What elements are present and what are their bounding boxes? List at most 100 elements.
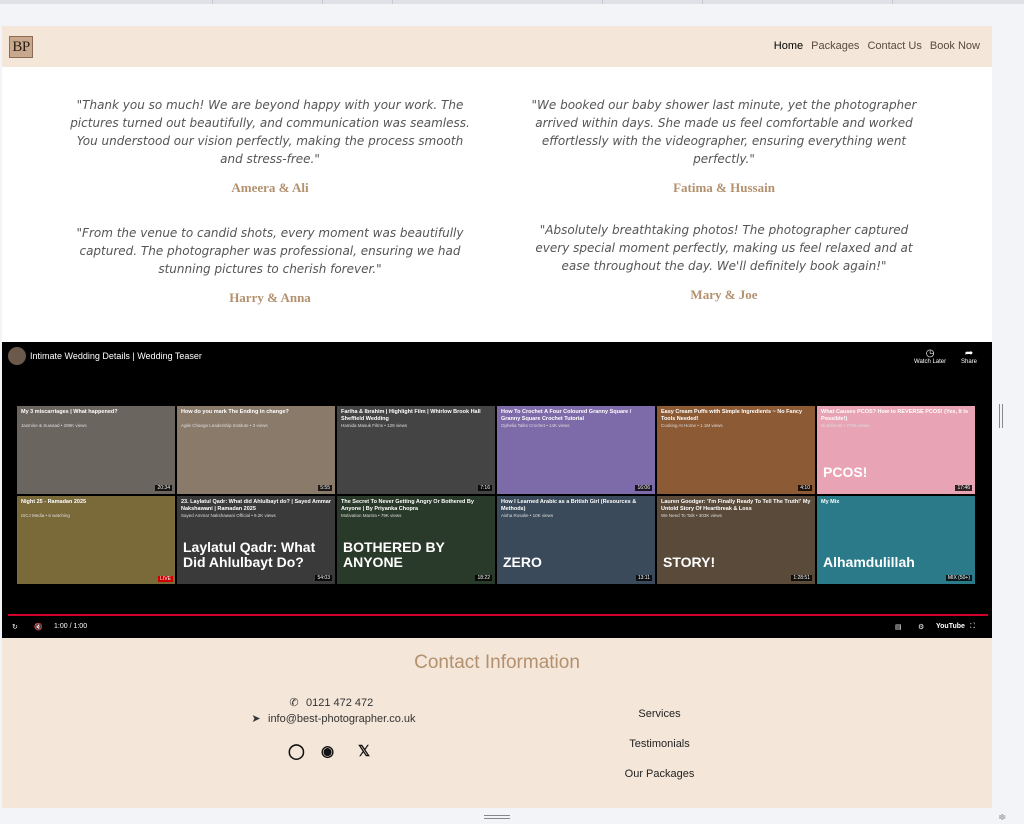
footer-link-packages[interactable]: Our Packages (562, 768, 757, 780)
watch-later-button[interactable]: ◷ Watch Later (914, 348, 946, 365)
video-tile-duration: 20:34 (155, 485, 172, 491)
footer-link-testimonials[interactable]: Testimonials (562, 738, 757, 750)
footer-link-services[interactable]: Services (562, 708, 757, 720)
video-tile-meta: We Need To Talk • 303K views (661, 513, 722, 518)
video-tile-duration: MIX (50+) (945, 575, 972, 581)
facebook-icon[interactable]: ◉ (321, 742, 334, 760)
suggested-video-tile[interactable]: 23. Laylatul Qadr: What did Ahlulbayt do… (177, 496, 335, 584)
testimonial-card: "From the venue to candid shots, every m… (70, 224, 470, 306)
player-controls: ↻ 🔇 1:00 / 1:00 ▤ ⚙ YouTube ⛶ (2, 622, 992, 636)
x-icon[interactable]: 𝕏 (358, 742, 370, 760)
testimonial-quote: "From the venue to candid shots, every m… (76, 226, 464, 276)
suggested-video-tile[interactable]: How I Learned Arabic as a British Girl (… (497, 496, 655, 584)
testimonial-quote: "Absolutely breathtaking photos! The pho… (535, 223, 913, 273)
youtube-embed[interactable]: Intimate Wedding Details | Wedding Tease… (2, 342, 992, 638)
nav-contact-link[interactable]: Contact Us (867, 40, 921, 52)
video-tile-title: Fariha & Ibrahim | Highlight Film | Whir… (341, 409, 481, 422)
video-tile-title: What Causes PCOS? How to REVERSE PCOS! (… (821, 409, 969, 422)
suggested-video-tile[interactable]: Easy Cream Puffs with Simple Ingredients… (657, 406, 815, 494)
contact-section: Contact Information ✆ 0121 472 472 ➤ info@… (2, 638, 992, 808)
channel-avatar[interactable] (8, 347, 26, 365)
video-tile-duration: 4:10 (798, 485, 812, 491)
captions-icon[interactable]: ▤ (895, 623, 902, 631)
nav-home-link[interactable]: Home (774, 40, 803, 52)
testimonial-author: Mary & Joe (690, 287, 758, 302)
suggested-video-tile[interactable]: What Causes PCOS? How to REVERSE PCOS! (… (817, 406, 975, 494)
browser-tab-strip (0, 0, 1024, 4)
mute-icon[interactable]: 🔇 (34, 623, 43, 631)
suggested-video-tile[interactable]: Night 25 - Ramadan 2025 ISCJ Media • 6 wa… (17, 496, 175, 584)
video-tile-meta: Ophelia Talks Crochet • 14K views (501, 423, 570, 428)
testimonial-card: "Thank you so much! We are beyond happy … (70, 96, 470, 196)
send-icon: ➤ (251, 713, 261, 725)
video-tile-meta: Cooking At Home • 1.1M views (661, 423, 723, 428)
share-label: Share (961, 359, 978, 365)
video-tile-duration: 18:22 (475, 575, 492, 581)
navbar: BP Home Packages Contact Us Book Now (2, 26, 992, 67)
suggested-video-tile[interactable]: Lauren Goodger: 'I'm Finally Ready To Te… (657, 496, 815, 584)
video-tile-title: How do you mark The Ending in change? (181, 409, 289, 415)
video-tile-title: Lauren Goodger: 'I'm Finally Ready To Te… (661, 499, 811, 512)
testimonial-card: "Absolutely breathtaking photos! The pho… (524, 221, 924, 303)
replay-icon[interactable]: ↻ (12, 623, 18, 631)
video-tile-title: My 3 miscarriages | What happened? (21, 409, 118, 415)
video-tile-title: 23. Laylatul Qadr: What did Ahlulbayt do… (181, 499, 331, 512)
testimonial-author: Ameera & Ali (231, 180, 309, 195)
email-line: ➤ info@best-photographer.co.uk (248, 712, 416, 725)
video-tile-duration: 1:28:51 (791, 575, 812, 581)
instagram-icon[interactable]: ◯ (288, 742, 305, 760)
video-tile-meta: Aisha Rosalie • 10K views (501, 513, 554, 518)
testimonial-quote: "Thank you so much! We are beyond happy … (70, 98, 470, 166)
share-icon: ➦ (964, 348, 974, 359)
phone-icon: ✆ (289, 697, 299, 709)
video-tile-meta: ISCJ Media • 6 watching (21, 513, 70, 518)
nav-links: Home Packages Contact Us Book Now (774, 40, 980, 52)
progress-bar[interactable] (8, 614, 988, 616)
video-tile-duration: 13:11 (635, 575, 652, 581)
video-tile-title: Night 25 - Ramadan 2025 (21, 499, 87, 505)
share-button[interactable]: ➦ Share (961, 348, 977, 365)
video-tile-duration: 16:06 (635, 485, 652, 491)
suggested-videos-grid: My 3 miscarriages | What happened? Jasmin… (17, 406, 977, 584)
video-tile-thumb-text: Laylatul Qadr: What Did Ahlulbayt Do? (183, 539, 316, 570)
suggested-video-tile[interactable]: My 3 miscarriages | What happened? Jasmin… (17, 406, 175, 494)
settings-icon[interactable]: ⚙ (918, 623, 924, 631)
fullscreen-icon[interactable]: ⛶ (970, 623, 975, 631)
suggested-video-tile[interactable]: Fariha & Ibrahim | Highlight Film | Whir… (337, 406, 495, 494)
video-tile-title: Easy Cream Puffs with Simple Ingredients… (661, 409, 803, 422)
nav-book-link[interactable]: Book Now (930, 40, 980, 52)
resize-grip-icon[interactable]: ≑ (998, 812, 1006, 823)
video-tile-meta: Hamida Masuk Films • 129 views (341, 423, 408, 428)
video-tile-meta: Nutritionist • 279K views (821, 423, 870, 428)
video-tile-thumb-text: ZERO (503, 554, 542, 570)
video-tile-meta: Motivation Mantra • 79K views (341, 513, 402, 518)
video-tile-duration: 7:16 (478, 485, 492, 491)
splitter-handle[interactable] (999, 404, 1003, 428)
video-tile-title: How To Crochet A Four Coloured Granny Sq… (501, 409, 632, 422)
nav-packages-link[interactable]: Packages (811, 40, 859, 52)
video-tile-thumb-text: Alhamdulillah (823, 554, 915, 570)
suggested-video-tile[interactable]: How do you mark The Ending in change? Agi… (177, 406, 335, 494)
time-display: 1:00 / 1:00 (54, 623, 88, 630)
video-tile-thumb-text: PCOS! (823, 464, 868, 480)
email-address[interactable]: info@best-photographer.co.uk (268, 713, 416, 725)
video-tile-title: How I Learned Arabic as a British Girl (… (501, 499, 637, 512)
suggested-video-tile[interactable]: How To Crochet A Four Coloured Granny Sq… (497, 406, 655, 494)
video-tile-meta: Sayed Ammar Nakshawani Official • 9.2K v… (181, 513, 276, 518)
bottom-resize-handle[interactable] (484, 815, 510, 819)
youtube-logo[interactable]: YouTube (936, 623, 965, 630)
suggested-video-tile[interactable]: The Secret To Never Getting Angry Or Bot… (337, 496, 495, 584)
phone-number[interactable]: 0121 472 472 (306, 697, 373, 709)
video-tile-duration: 54:03 (315, 575, 332, 581)
testimonial-card: "We booked our baby shower last minute, … (524, 96, 924, 196)
site-logo[interactable]: BP (9, 36, 33, 58)
testimonial-author: Harry & Anna (229, 290, 311, 305)
video-tile-duration: 5:55 (318, 485, 332, 491)
watch-later-label: Watch Later (914, 359, 947, 365)
video-tile-thumb-text: BOTHERED BY ANYONE (343, 539, 445, 570)
video-title[interactable]: Intimate Wedding Details | Wedding Tease… (30, 351, 202, 361)
testimonial-author: Fatima & Hussain (673, 180, 775, 195)
video-tile-meta: Agile Change Leadership Institute • 3 vi… (181, 423, 268, 428)
phone-line: ✆ 0121 472 472 (286, 696, 373, 709)
suggested-video-tile[interactable]: My Mix Alhamdulillah MIX (50+) (817, 496, 975, 584)
